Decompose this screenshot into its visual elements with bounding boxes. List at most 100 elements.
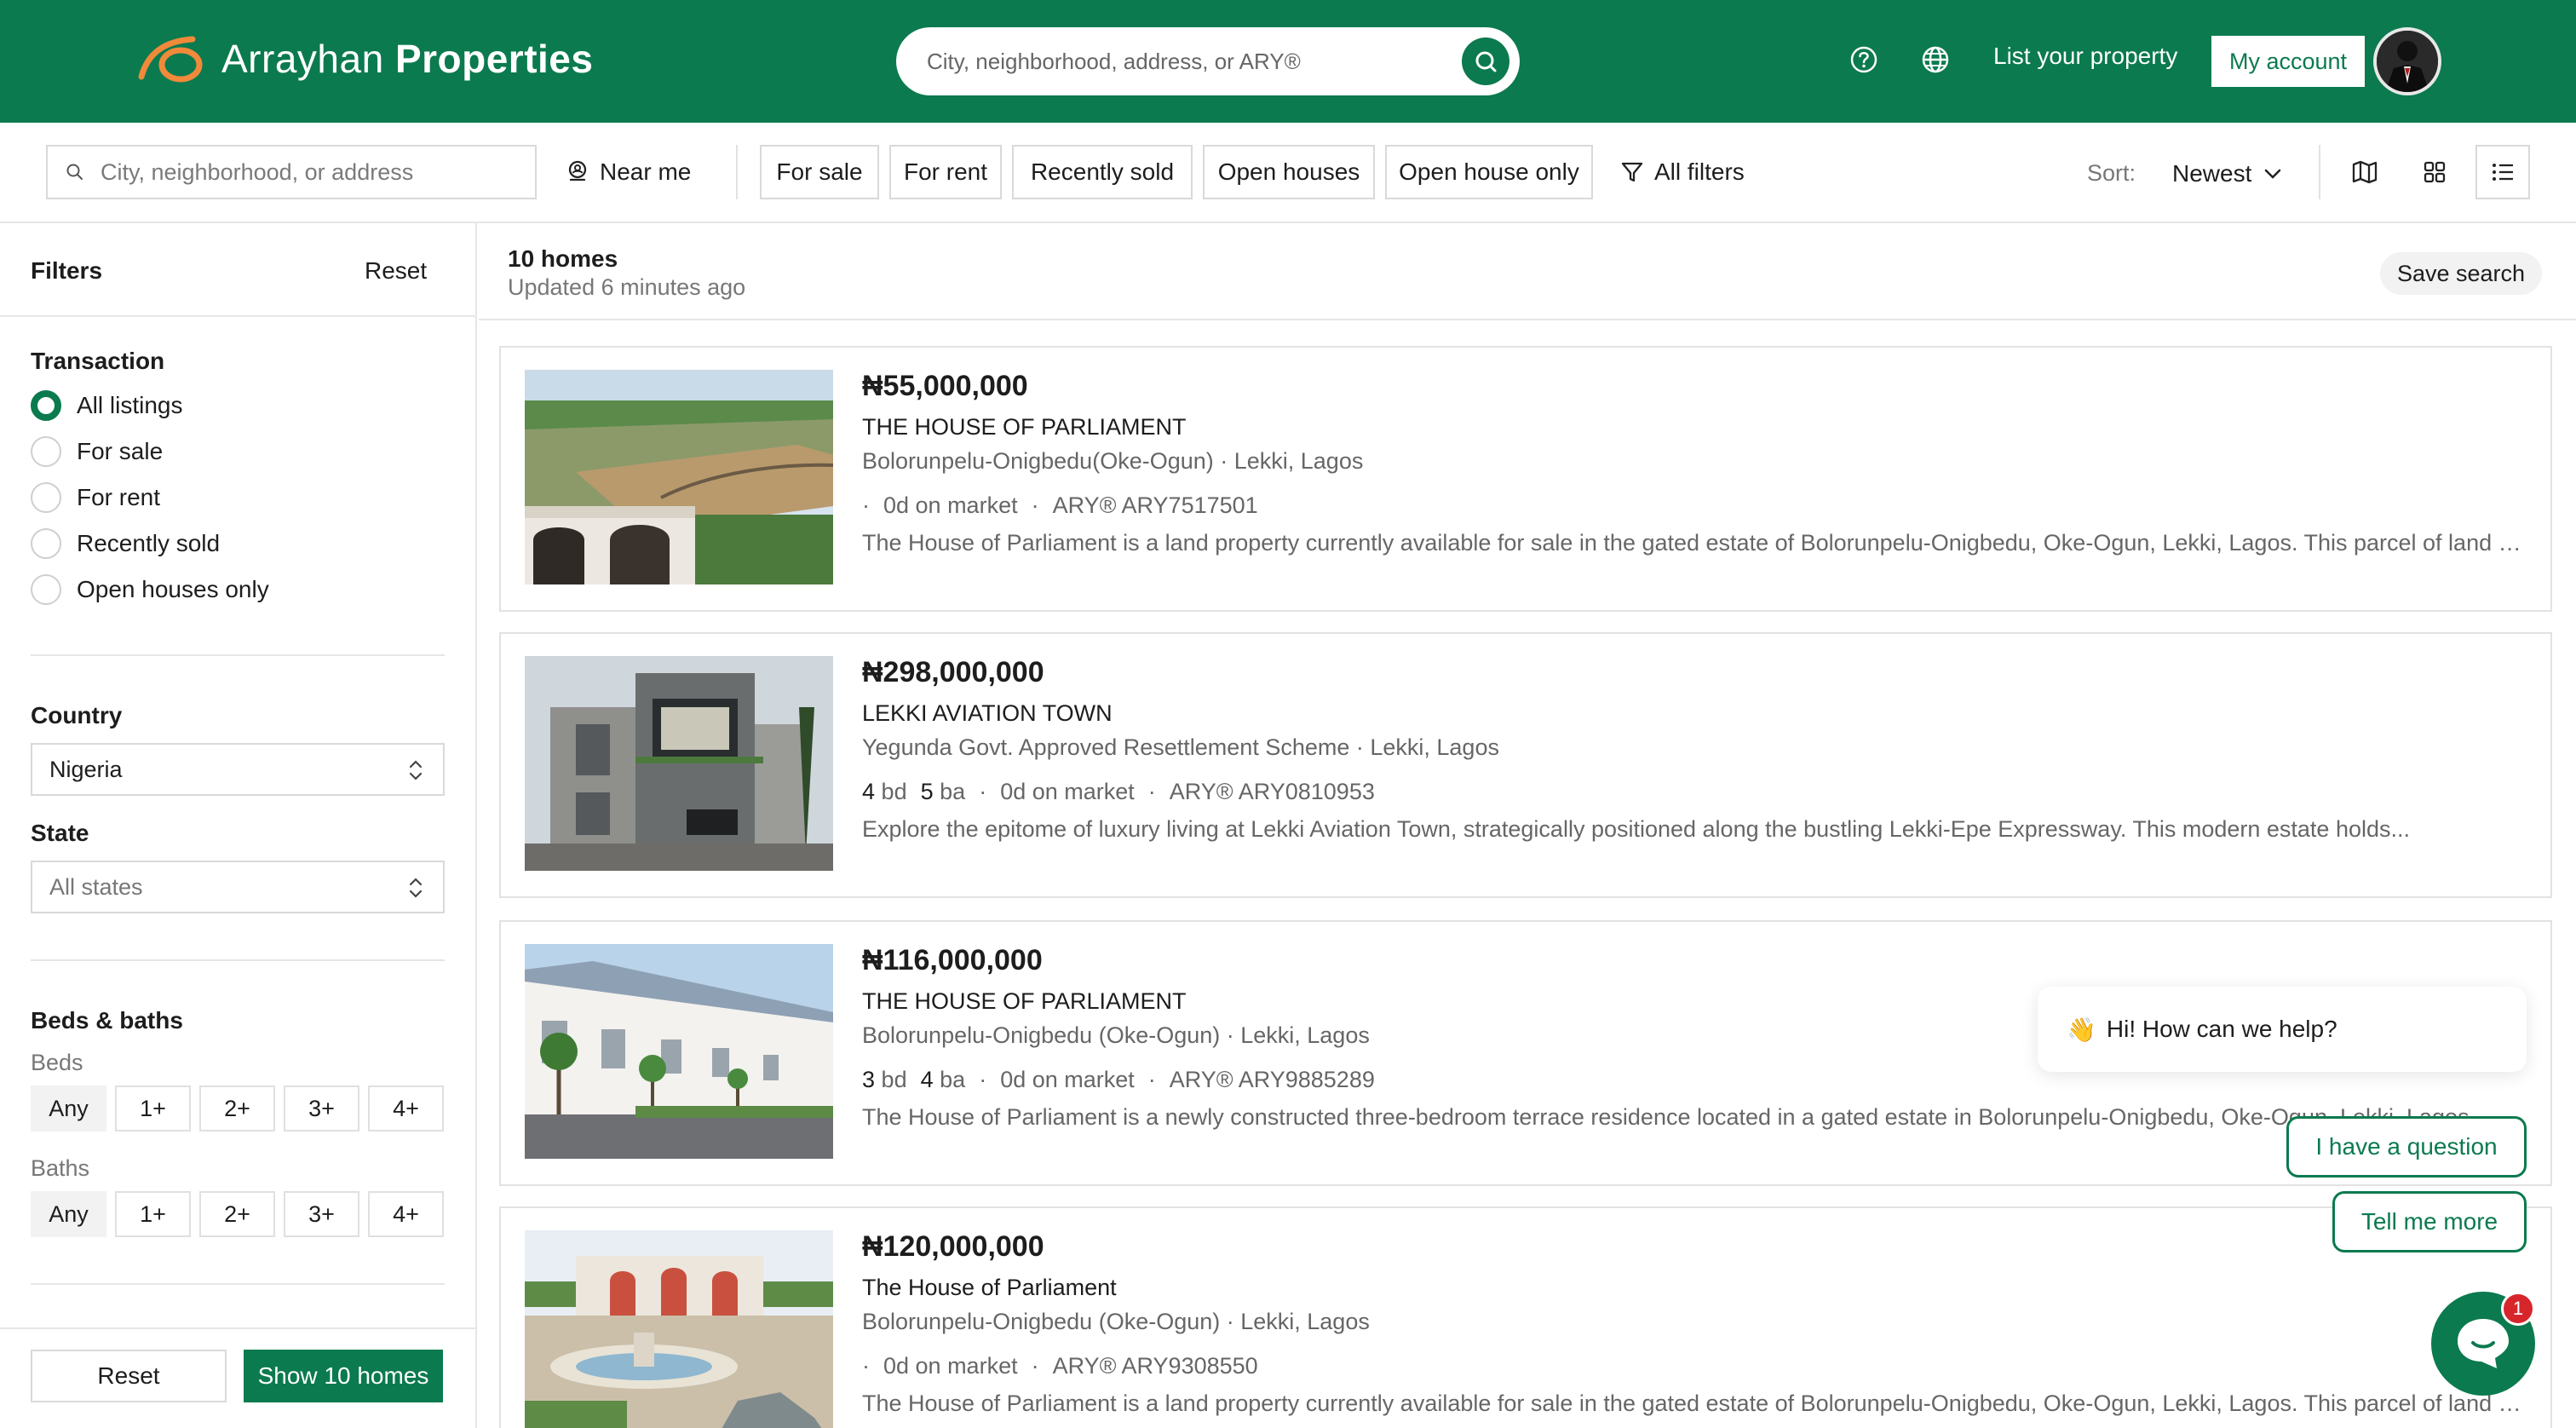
beds-option-1[interactable]: 1+ (115, 1085, 191, 1131)
avatar-image (2377, 31, 2438, 92)
footer-reset-button[interactable]: Reset (31, 1350, 227, 1402)
sidebar-header: Filters Reset (0, 223, 475, 317)
listing-days-on-market: 0d on market (1000, 779, 1135, 804)
listing-title[interactable]: THE HOUSE OF PARLIAMENT (862, 414, 1187, 440)
beds-option-any[interactable]: Any (31, 1085, 106, 1131)
listing-photo[interactable] (525, 656, 833, 871)
map-icon (2352, 160, 2378, 184)
listing-photo[interactable] (525, 370, 833, 584)
chip-for-rent[interactable]: For rent (889, 145, 1002, 199)
listing-card[interactable]: ₦298,000,000 LEKKI AVIATION TOWN Yegunda… (499, 632, 2552, 898)
divider (31, 1283, 445, 1285)
listing-location: Bolorunpelu-Onigbedu (Oke-Ogun) · Lekki,… (862, 1022, 1370, 1048)
save-search-button[interactable]: Save search (2380, 252, 2542, 295)
listing-days-on-market: 0d on market (883, 1353, 1018, 1379)
listing-description: The House of Parliament is a land proper… (862, 530, 2532, 556)
radio-label: All listings (77, 392, 183, 418)
chat-greeting-text: Hi! How can we help? (2106, 1016, 2337, 1042)
radio-all-listings[interactable]: All listings (31, 390, 182, 421)
baths-option-1[interactable]: 1+ (115, 1191, 191, 1237)
chip-open-houses[interactable]: Open houses (1203, 145, 1375, 199)
listing-ary-id: ARY® ARY9885289 (1169, 1067, 1375, 1092)
listing-photo[interactable] (525, 1230, 833, 1428)
listing-days-on-market: 0d on market (883, 492, 1018, 518)
listing-price: ₦55,000,000 (862, 370, 1028, 402)
brand-name-light: Arrayhan (221, 37, 384, 81)
meta-separator: · (862, 492, 870, 518)
map-view-button[interactable] (2337, 145, 2392, 199)
baths-option-2[interactable]: 2+ (199, 1191, 275, 1237)
location-search (46, 145, 537, 199)
baths-unit: ba (940, 779, 966, 804)
search-icon (66, 164, 83, 180)
beds-option-2[interactable]: 2+ (199, 1085, 275, 1131)
my-account-button[interactable]: My account (2211, 36, 2365, 87)
chevron-updown-icon (409, 878, 423, 898)
radio-for-sale[interactable]: For sale (31, 436, 163, 467)
listing-title[interactable]: LEKKI AVIATION TOWN (862, 700, 1113, 727)
listing-description: The House of Parliament is a newly const… (862, 1104, 2470, 1130)
beds-unit: bd (881, 779, 907, 804)
listing-photo[interactable] (525, 944, 833, 1159)
grid-view-button[interactable] (2407, 145, 2462, 199)
radio-for-rent[interactable]: For rent (31, 482, 160, 513)
sort-dropdown[interactable]: Newest (2172, 160, 2282, 187)
radio-label: For sale (77, 438, 164, 464)
listing-price: ₦120,000,000 (862, 1230, 1044, 1263)
listing-location: Bolorunpelu-Onigbedu(Oke-Ogun) · Lekki, … (862, 448, 1364, 474)
filters-sidebar: Filters Reset Transaction All listings F… (0, 223, 477, 1428)
beds-option-4[interactable]: 4+ (368, 1085, 444, 1131)
meta-separator: · (979, 1067, 987, 1092)
search-icon (1475, 51, 1497, 72)
listing-card[interactable]: ₦55,000,000 THE HOUSE OF PARLIAMENT Bolo… (499, 346, 2552, 612)
top-header: Arrayhan Properties List your property M… (0, 0, 2576, 123)
all-filters-button[interactable]: All filters (1620, 158, 1745, 186)
listing-card[interactable]: ₦120,000,000 The House of Parliament Bol… (499, 1206, 2552, 1428)
sidebar-title: Filters (31, 257, 103, 284)
chip-open-house-only[interactable]: Open house only (1385, 145, 1593, 199)
estate-aerial-image (525, 370, 833, 584)
chip-recently-sold[interactable]: Recently sold (1012, 145, 1193, 199)
beds-count: 3 (862, 1067, 876, 1092)
chat-question-button[interactable]: I have a question (2286, 1116, 2527, 1178)
help-icon[interactable] (1849, 44, 1879, 75)
baths-option-4[interactable]: 4+ (368, 1191, 444, 1237)
chip-for-sale[interactable]: For sale (760, 145, 879, 199)
near-me-button[interactable]: Near me (566, 158, 691, 186)
radio-recently-sold[interactable]: Recently sold (31, 528, 220, 559)
meta-separator: · (1031, 1353, 1039, 1379)
list-view-button[interactable] (2475, 145, 2530, 199)
sort-value: Newest (2172, 160, 2252, 187)
header-search-input[interactable] (927, 27, 1455, 95)
listing-beds: 4 bd (862, 779, 907, 805)
baths-option-3[interactable]: 3+ (284, 1191, 359, 1237)
sidebar-reset-link[interactable]: Reset (365, 257, 427, 285)
chat-tell-more-button[interactable]: Tell me more (2332, 1191, 2527, 1252)
radio-open-houses-only[interactable]: Open houses only (31, 574, 269, 605)
listing-title[interactable]: The House of Parliament (862, 1275, 1117, 1301)
show-homes-button[interactable]: Show 10 homes (244, 1350, 443, 1402)
beds-option-3[interactable]: 3+ (284, 1085, 359, 1131)
radio-label: Open houses only (77, 576, 269, 602)
radio-button (31, 436, 61, 467)
baths-option-any[interactable]: Any (31, 1191, 106, 1237)
avatar[interactable] (2373, 27, 2441, 95)
listing-ary-id: ARY® ARY7517501 (1052, 492, 1258, 518)
state-select[interactable]: All states (31, 861, 445, 913)
list-property-link[interactable]: List your property (1993, 43, 2177, 70)
header-search-button[interactable] (1462, 37, 1509, 85)
chat-icon (2458, 1319, 2509, 1368)
brand-logo[interactable]: Arrayhan Properties (136, 32, 593, 85)
beds-selector: Any 1+ 2+ 3+ 4+ (31, 1085, 444, 1131)
listing-title[interactable]: THE HOUSE OF PARLIAMENT (862, 988, 1187, 1015)
logo-icon (138, 36, 203, 83)
globe-icon[interactable] (1920, 44, 1951, 75)
radio-button (31, 482, 61, 513)
listing-price: ₦298,000,000 (862, 656, 1044, 688)
country-select[interactable]: Nigeria (31, 743, 445, 796)
listing-meta: · 0d on market · ARY® ARY9308550 (862, 1353, 1258, 1379)
listing-price: ₦116,000,000 (862, 944, 1043, 976)
listing-description: Explore the epitome of luxury living at … (862, 816, 2410, 842)
divider (736, 145, 738, 199)
location-search-input[interactable] (101, 147, 526, 198)
